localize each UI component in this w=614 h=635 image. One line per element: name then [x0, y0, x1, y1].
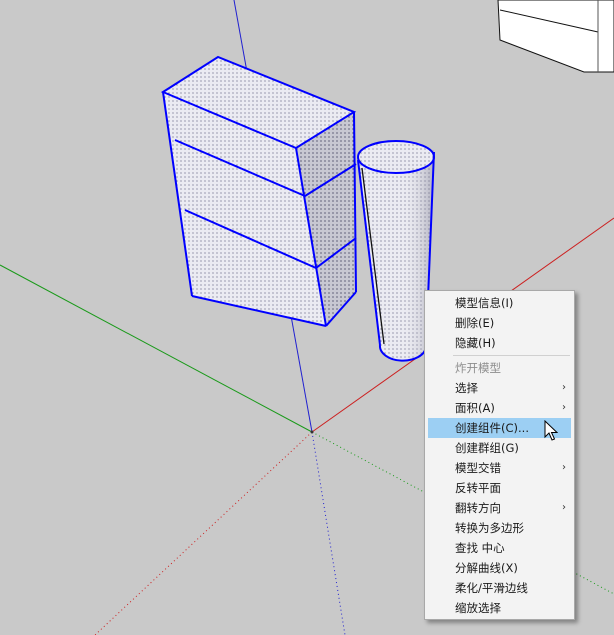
menu-item-label: 反转平面 [455, 481, 501, 495]
red-axis-dotted [94, 431, 313, 635]
blue-axis-dotted [311, 431, 346, 635]
selected-stacked-box[interactable] [160, 55, 357, 327]
menu-item-label: 缩放选择 [455, 601, 501, 615]
menu-item-reverse-faces[interactable]: 反转平面 [425, 478, 574, 498]
menu-item-zoom-selection[interactable]: 缩放选择 [425, 598, 574, 618]
context-menu: 模型信息(I) 删除(E) 隐藏(H) 炸开模型 选择 › 面积(A) › 创建组件… [424, 290, 575, 620]
mouse-cursor-icon [544, 420, 558, 441]
menu-item-label: 转换为多边形 [455, 521, 524, 535]
menu-item-find-center[interactable]: 查找 中心 [425, 538, 574, 558]
menu-item-entity-info[interactable]: 模型信息(I) [425, 293, 574, 313]
menu-item-label: 翻转方向 [455, 501, 501, 515]
menu-item-label: 面积(A) [455, 401, 495, 415]
menu-item-label: 模型信息(I) [455, 296, 514, 310]
menu-item-soften-edges[interactable]: 柔化/平滑边线 [425, 578, 574, 598]
menu-item-label: 炸开模型 [455, 361, 501, 375]
submenu-arrow-icon: › [562, 382, 566, 393]
menu-item-label: 隐藏(H) [455, 336, 496, 350]
menu-item-hide[interactable]: 隐藏(H) [425, 333, 574, 353]
menu-item-label: 查找 中心 [455, 541, 505, 555]
menu-item-label: 创建群组(G) [455, 441, 519, 455]
menu-item-explode: 炸开模型 [425, 358, 574, 378]
submenu-arrow-icon: › [562, 502, 566, 513]
submenu-arrow-icon: › [562, 462, 566, 473]
menu-item-explode-curve[interactable]: 分解曲线(X) [425, 558, 574, 578]
selected-cylinder[interactable] [357, 140, 435, 362]
submenu-arrow-icon: › [562, 402, 566, 413]
menu-item-select[interactable]: 选择 › [425, 378, 574, 398]
menu-item-label: 删除(E) [455, 316, 495, 330]
menu-item-label: 选择 [455, 381, 478, 395]
menu-item-label: 柔化/平滑边线 [455, 581, 528, 595]
menu-item-label: 创建组件(C)... [455, 421, 529, 435]
corner-box[interactable] [497, 0, 614, 73]
menu-separator [453, 355, 570, 356]
menu-item-area[interactable]: 面积(A) › [425, 398, 574, 418]
menu-item-flip-along[interactable]: 翻转方向 › [425, 498, 574, 518]
menu-item-delete[interactable]: 删除(E) [425, 313, 574, 333]
menu-item-intersect-faces[interactable]: 模型交错 › [425, 458, 574, 478]
menu-item-convert-to-polygon[interactable]: 转换为多边形 [425, 518, 574, 538]
menu-item-label: 模型交错 [455, 461, 501, 475]
origin-point [310, 430, 314, 434]
menu-item-label: 分解曲线(X) [455, 561, 518, 575]
